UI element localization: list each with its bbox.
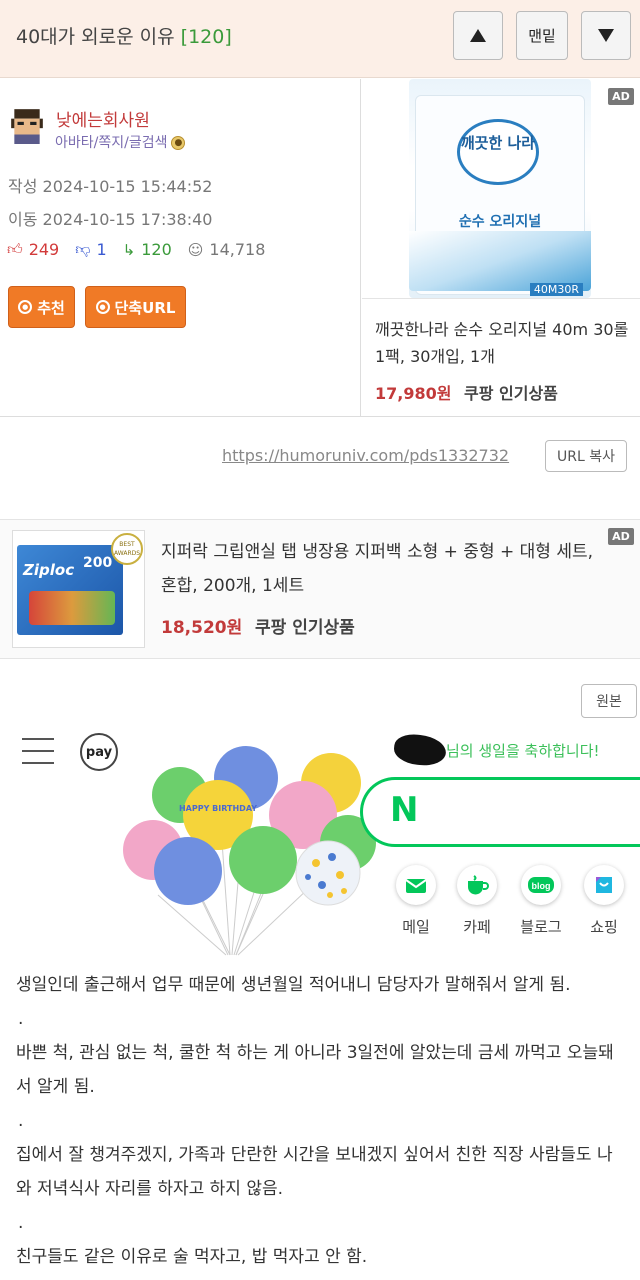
body-paragraph: 생일인데 출근해서 업무 때문에 생년월일 적어내니 담당자가 말해줘서 알게 … xyxy=(16,975,571,995)
cafe-icon xyxy=(468,875,489,895)
ad-badge: AD xyxy=(608,528,634,545)
post-title: 40대가 외로운 이유 [120] xyxy=(16,22,232,49)
ad-tag-2: 쿠팡 인기상품 xyxy=(255,618,355,638)
cafe-label[interactable]: 카페 xyxy=(447,916,507,937)
reply-count: [120] xyxy=(180,26,232,48)
bag-graphic xyxy=(29,591,115,625)
ad-tag-1: 쿠팡 인기상품 xyxy=(464,384,558,403)
shopping-service-button[interactable] xyxy=(584,865,624,905)
written-date: 작성 2024-10-15 15:44:52 xyxy=(8,177,213,196)
divider xyxy=(362,298,640,299)
brand-logo: 깨끗한 나라 xyxy=(457,119,539,185)
product-count: 200 xyxy=(83,555,113,571)
author-links[interactable]: 아바타/쪽지/글검색 ● xyxy=(55,132,186,152)
body-separator: . xyxy=(18,1009,24,1029)
post-body: 생일인데 출근해서 업무 때문에 생년월일 적어내니 담당자가 말해줘서 알게 … xyxy=(16,968,628,1274)
menu-icon xyxy=(22,738,54,764)
arrow-up-icon xyxy=(470,29,486,42)
naver-logo: N xyxy=(390,790,419,830)
divider xyxy=(0,416,640,417)
pay-icon: pay xyxy=(80,733,118,771)
short-url-button[interactable]: ● 단축URL xyxy=(85,286,186,328)
link-icon: ● xyxy=(95,300,110,314)
author-links-text[interactable]: 아바타/쪽지/글검색 xyxy=(55,135,167,151)
ad-price-1: 17,980원 xyxy=(375,384,452,403)
ad-price-2: 18,520원 xyxy=(161,618,243,638)
balloon-blue-2 xyxy=(154,837,222,905)
mail-service-button[interactable] xyxy=(396,865,436,905)
birthday-message: 님의 생일을 축하합니다! xyxy=(446,742,600,760)
author-name[interactable]: 낮에는회사원 xyxy=(56,106,150,131)
body-separator: . xyxy=(18,1111,24,1131)
product-size: 40M30R xyxy=(529,283,583,296)
copy-url-button[interactable]: URL 복사 xyxy=(545,440,627,472)
thumbs-up-icon: 👍︎ xyxy=(7,240,23,258)
view-original-button[interactable]: 원본 xyxy=(581,684,637,718)
balloons-image: HAPPY BIRTHDAY xyxy=(123,746,376,956)
award-badge-icon: BEST AWARDS xyxy=(111,533,143,565)
view-icon: ☺ xyxy=(187,240,204,259)
recommend-label: 추천 xyxy=(37,298,65,317)
shopping-icon xyxy=(596,877,612,893)
ad-title-1[interactable]: 깨끗한나라 순수 오리지널 40m 30롤 1팩, 30개입, 1개 xyxy=(375,316,633,370)
arrow-down-icon xyxy=(598,29,614,42)
body-paragraph: 바쁜 척, 관심 없는 척, 쿨한 척 하는 게 아니라 3일전에 알았는데 금… xyxy=(16,1043,614,1097)
balloon-green-3 xyxy=(229,826,297,894)
product-line: 순수 오리지널 xyxy=(458,214,542,230)
moved-date: 이동 2024-10-15 17:38:40 xyxy=(8,210,213,229)
ad-product-image-1[interactable]: 깨끗한 나라 순수 오리지널 40M30R xyxy=(409,79,591,298)
ziploc-logo: Ziploc xyxy=(23,561,75,579)
mail-icon xyxy=(405,879,427,893)
menu-line xyxy=(22,738,54,740)
scroll-down-button[interactable] xyxy=(581,11,631,60)
body-separator: . xyxy=(18,1213,24,1233)
recommend-icon: ● xyxy=(18,300,33,314)
reply-total: 120 xyxy=(141,240,172,259)
ad-title-2[interactable]: 지퍼락 그립앤실 탭 냉장용 지퍼백 소형 + 중형 + 대형 세트, 혼합, … xyxy=(161,535,601,603)
shopping-label[interactable]: 쇼핑 xyxy=(574,916,634,937)
level-badge-icon: ● xyxy=(171,136,186,150)
reply-icon: ↳ xyxy=(122,240,136,259)
blog-icon: blog xyxy=(528,877,554,893)
menu-line xyxy=(22,750,54,752)
blog-label[interactable]: 블로그 xyxy=(511,916,571,937)
cafe-service-button[interactable] xyxy=(457,865,497,905)
recommend-button[interactable]: ● 추천 xyxy=(8,286,75,328)
ad-badge: AD xyxy=(608,88,634,105)
mail-label[interactable]: 메일 xyxy=(386,916,446,937)
page: 40대가 외로운 이유 [120] 맨밑 낮에는회사원 아바타/쪽지/글검색 ● … xyxy=(0,0,640,1280)
balloon-text: HAPPY BIRTHDAY xyxy=(179,804,257,813)
post-url-link[interactable]: https://humoruniv.com/pds1332732 xyxy=(222,446,509,465)
upvote-count: 249 xyxy=(28,240,60,259)
menu-line xyxy=(22,762,54,764)
thumbs-down-icon: 👎︎ xyxy=(75,240,91,258)
wave-graphic xyxy=(409,231,591,291)
short-url-label: 단축URL xyxy=(114,298,176,317)
body-paragraph: 친구들도 같은 이유로 술 먹자고, 밥 먹자고 안 함. xyxy=(16,1247,368,1267)
censored-name xyxy=(392,732,448,768)
blog-service-button[interactable]: blog xyxy=(521,865,561,905)
body-paragraph: 집에서 잘 챙겨주겠지, 가족과 단란한 시간을 보내겠지 싶어서 친한 직장 … xyxy=(16,1145,613,1199)
scroll-up-button[interactable] xyxy=(453,11,503,60)
downvote-count: 1 xyxy=(96,240,107,259)
svg-text:blog: blog xyxy=(532,881,551,891)
ad-product-image-2[interactable]: Ziploc 200 BEST AWARDS xyxy=(12,530,145,648)
scroll-bottom-button[interactable]: 맨밑 xyxy=(516,11,568,60)
post-stats: 👍︎ 249 👎︎ 1 ↳ 120 ☺ 14,718 xyxy=(7,240,265,259)
view-count: 14,718 xyxy=(209,240,266,259)
avatar[interactable] xyxy=(8,106,46,144)
post-title-text: 40대가 외로운 이유 xyxy=(16,26,175,48)
